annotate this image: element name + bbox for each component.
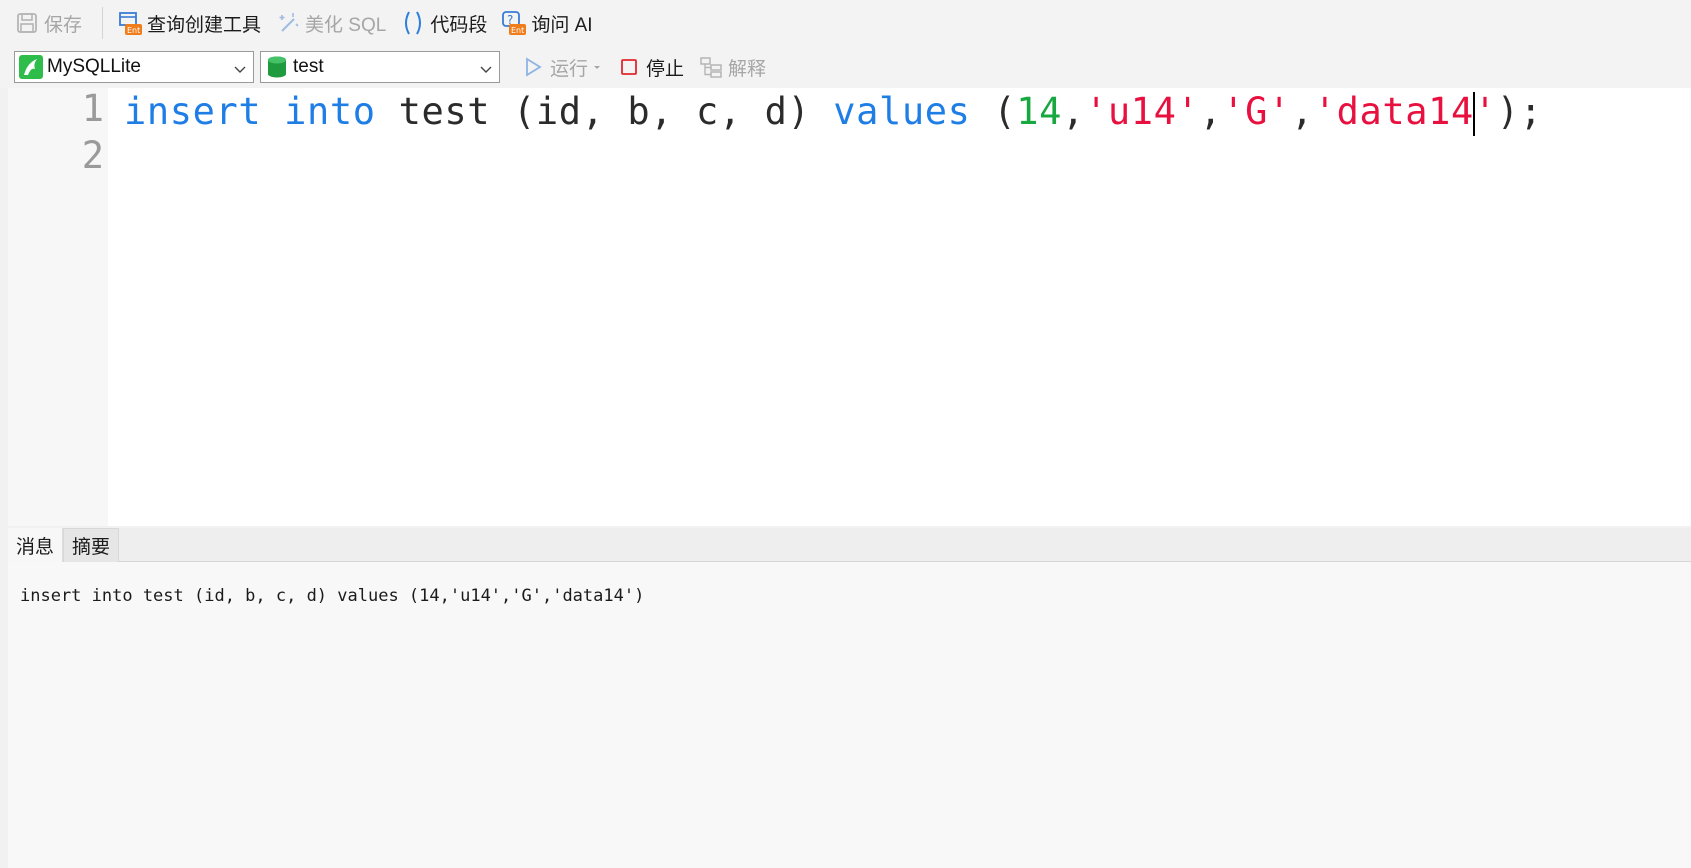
explain-button[interactable]: 解释 bbox=[698, 52, 766, 82]
mysql-dolphin-icon bbox=[19, 55, 43, 79]
database-cylinder-icon bbox=[265, 55, 289, 79]
sql-editor[interactable]: 1 2 bbox=[8, 87, 1691, 526]
query-builder-icon: Ent bbox=[117, 10, 143, 36]
connection-toolbar: MySQLLite test 运行 停止 解释 bbox=[0, 46, 1691, 88]
keyword-token: insert bbox=[124, 90, 262, 133]
run-dropdown-icon[interactable] bbox=[592, 62, 602, 72]
tab-summary[interactable]: 摘要 bbox=[63, 528, 120, 562]
tab-messages[interactable]: 消息 bbox=[8, 528, 64, 562]
string-token: ' bbox=[1473, 90, 1497, 133]
explain-tree-icon bbox=[698, 54, 724, 80]
run-label: 运行 bbox=[550, 58, 589, 80]
comma-token: , bbox=[1199, 90, 1223, 133]
keyword-token: values bbox=[833, 90, 971, 133]
stop-button[interactable]: 停止 bbox=[616, 52, 684, 82]
query-builder-label: 查询创建工具 bbox=[147, 14, 262, 36]
question-ai-icon: ? Ent bbox=[501, 10, 527, 36]
main-toolbar: 保存 Ent 查询创建工具 美化 SQL 代码段 ? Ent 询问 AI bbox=[0, 0, 1691, 46]
explain-label: 解释 bbox=[728, 58, 767, 80]
toolbar-divider bbox=[102, 7, 104, 39]
parentheses-icon bbox=[400, 10, 426, 36]
stop-square-icon bbox=[616, 54, 642, 80]
query-builder-button[interactable]: Ent 查询创建工具 bbox=[117, 8, 261, 38]
messages-panel: insert into test (id, b, c, d) values (1… bbox=[8, 562, 1691, 868]
result-tabs: 消息 摘要 bbox=[8, 528, 1691, 562]
snippet-button[interactable]: 代码段 bbox=[400, 8, 487, 38]
line-number-gutter: 1 2 bbox=[8, 87, 108, 526]
keyword-token: into bbox=[284, 90, 376, 133]
svg-text:Ent: Ent bbox=[511, 26, 524, 35]
save-label: 保存 bbox=[44, 14, 83, 36]
ask-ai-button[interactable]: ? Ent 询问 AI bbox=[501, 8, 593, 38]
stop-label: 停止 bbox=[646, 58, 685, 80]
identifier-token: test (id, b, c, d) bbox=[398, 90, 811, 133]
save-disk-icon bbox=[14, 10, 40, 36]
paren-token: ( bbox=[993, 90, 1017, 133]
beautify-sql-label: 美化 SQL bbox=[305, 14, 387, 36]
beautify-sql-button[interactable]: 美化 SQL bbox=[275, 8, 386, 38]
connection-select[interactable]: MySQLLite bbox=[14, 51, 254, 83]
ask-ai-label: 询问 AI bbox=[531, 14, 593, 36]
database-select[interactable]: test bbox=[260, 51, 500, 83]
connection-value: MySQLLite bbox=[47, 56, 141, 77]
number-token: 14 bbox=[1016, 90, 1063, 133]
svg-text:Ent: Ent bbox=[127, 26, 140, 35]
string-token: 'u14' bbox=[1084, 90, 1200, 133]
chevron-down-icon bbox=[233, 60, 247, 74]
magic-wand-icon bbox=[275, 10, 301, 36]
chevron-down-icon bbox=[479, 60, 493, 74]
string-token: 'G' bbox=[1222, 90, 1291, 133]
left-edge bbox=[0, 88, 8, 868]
snippet-label: 代码段 bbox=[430, 14, 488, 36]
comma-token: , bbox=[1290, 90, 1314, 133]
line-number: 1 bbox=[81, 87, 104, 130]
message-text: insert into test (id, b, c, d) values (1… bbox=[20, 586, 645, 606]
string-token: 'data14 bbox=[1313, 90, 1474, 133]
run-button[interactable]: 运行 bbox=[520, 52, 588, 82]
save-button[interactable]: 保存 bbox=[14, 8, 82, 38]
line-number: 2 bbox=[81, 134, 104, 177]
sql-code-line[interactable]: insert into test (id, b, c, d) values (1… bbox=[124, 90, 1543, 136]
database-value: test bbox=[293, 56, 324, 77]
comma-token: , bbox=[1062, 90, 1085, 133]
play-icon bbox=[520, 54, 546, 80]
terminator-token: ); bbox=[1496, 90, 1543, 133]
